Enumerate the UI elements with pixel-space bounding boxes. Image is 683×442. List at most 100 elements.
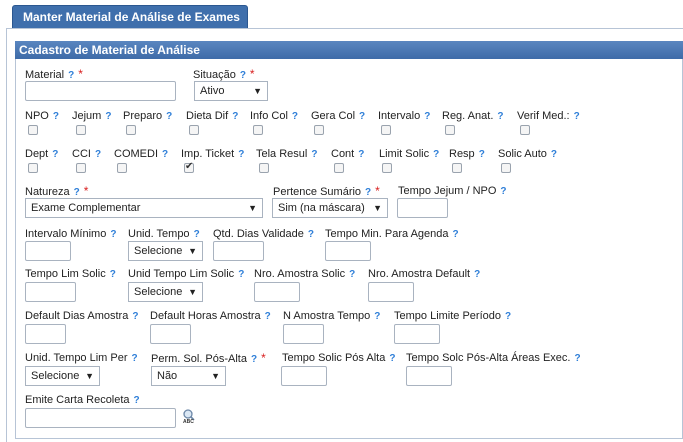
help-icon[interactable]: ? [479, 149, 485, 160]
help-icon[interactable]: ? [311, 149, 317, 160]
help-icon[interactable]: ? [574, 353, 580, 364]
qtd-dias-validade-input[interactable] [213, 241, 264, 261]
default-dias-amostra-input[interactable] [25, 324, 66, 344]
preparo-checkbox[interactable] [126, 125, 136, 135]
label-comedi: COMEDI? [114, 148, 169, 160]
help-icon[interactable]: ? [374, 311, 380, 322]
label-tempo-lim-solic: Tempo Lim Solic? [25, 268, 116, 280]
help-icon[interactable]: ? [166, 111, 172, 122]
help-icon[interactable]: ? [251, 354, 257, 365]
limit-solic-checkbox[interactable] [382, 163, 392, 173]
unid-tempo-select[interactable]: Selecione ▼ [128, 241, 203, 261]
tempo-solc-pos-alta-areas-input[interactable] [406, 366, 452, 386]
label-cont: Cont? [331, 148, 365, 160]
label-material: Material? * [25, 67, 83, 81]
help-icon[interactable]: ? [497, 111, 503, 122]
cci-checkbox[interactable] [76, 163, 86, 173]
help-icon[interactable]: ? [238, 269, 244, 280]
chevron-down-icon: ▼ [85, 371, 94, 381]
unid-tempo-lim-per-select[interactable]: Selecione ▼ [25, 366, 100, 386]
label-situacao: Situação? * [193, 67, 255, 81]
cont-checkbox[interactable] [334, 163, 344, 173]
help-icon[interactable]: ? [358, 149, 364, 160]
help-icon[interactable]: ? [308, 229, 314, 240]
label-nro-amostra-solic: Nro. Amostra Solic? [254, 268, 356, 280]
label-nro-amostra-default: Nro. Amostra Default? [368, 268, 481, 280]
intervalo-minimo-input[interactable] [25, 241, 71, 261]
chevron-down-icon: ▼ [211, 371, 220, 381]
help-icon[interactable]: ? [132, 311, 138, 322]
perm-sol-pos-alta-select[interactable]: Não ▼ [151, 366, 226, 386]
help-icon[interactable]: ? [134, 395, 140, 406]
resp-checkbox[interactable] [452, 163, 462, 173]
jejum-checkbox[interactable] [76, 125, 86, 135]
help-icon[interactable]: ? [162, 149, 168, 160]
situacao-select[interactable]: Ativo ▼ [194, 81, 268, 101]
help-icon[interactable]: ? [505, 311, 511, 322]
label-tempo-solic-pos-alta: Tempo Solic Pós Alta? [282, 352, 396, 364]
dieta-dif-checkbox[interactable] [189, 125, 199, 135]
pertence-sumario-select[interactable]: Sim (na máscara) ▼ [272, 198, 388, 218]
help-icon[interactable]: ? [68, 70, 74, 81]
tempo-min-agenda-input[interactable] [325, 241, 371, 261]
help-icon[interactable]: ? [389, 353, 395, 364]
help-icon[interactable]: ? [551, 149, 557, 160]
help-icon[interactable]: ? [474, 269, 480, 280]
tela-resul-checkbox[interactable] [259, 163, 269, 173]
npo-checkbox[interactable] [28, 125, 38, 135]
help-icon[interactable]: ? [194, 229, 200, 240]
help-icon[interactable]: ? [238, 149, 244, 160]
n-amostra-tempo-input[interactable] [283, 324, 324, 344]
emite-carta-recoleta-input[interactable] [25, 408, 176, 428]
comedi-checkbox[interactable] [117, 163, 127, 173]
label-tela-resul: Tela Resul? [256, 148, 318, 160]
help-icon[interactable]: ? [105, 111, 111, 122]
help-icon[interactable]: ? [292, 111, 298, 122]
imp-ticket-checkbox[interactable] [184, 161, 194, 173]
tempo-limite-periodo-input[interactable] [394, 324, 440, 344]
page-title-tab: Manter Material de Análise de Exames [12, 5, 248, 29]
label-n-amostra-tempo: N Amostra Tempo? [283, 310, 381, 322]
help-icon[interactable]: ? [110, 229, 116, 240]
label-perm-sol-pos-alta: Perm. Sol. Pós-Alta? * [151, 351, 266, 365]
help-icon[interactable]: ? [424, 111, 430, 122]
label-emite-carta-recoleta: Emite Carta Recoleta? [25, 394, 140, 406]
label-unid-tempo-lim-per: Unid. Tempo Lim Per? [25, 352, 138, 364]
tempo-jejum-npo-input[interactable] [397, 198, 448, 218]
tempo-solic-pos-alta-input[interactable] [281, 366, 327, 386]
help-icon[interactable]: ? [359, 111, 365, 122]
solic-auto-checkbox[interactable] [501, 163, 511, 173]
intervalo-checkbox[interactable] [381, 125, 391, 135]
help-icon[interactable]: ? [365, 187, 371, 198]
help-icon[interactable]: ? [240, 70, 246, 81]
nro-amostra-solic-input[interactable] [254, 282, 300, 302]
nro-amostra-default-input[interactable] [368, 282, 414, 302]
help-icon[interactable]: ? [95, 149, 101, 160]
label-cci: CCI? [72, 148, 102, 160]
dept-checkbox[interactable] [28, 163, 38, 173]
help-icon[interactable]: ? [433, 149, 439, 160]
help-icon[interactable]: ? [74, 187, 80, 198]
required-icon: * [375, 184, 380, 198]
help-icon[interactable]: ? [132, 353, 138, 364]
help-icon[interactable]: ? [500, 186, 506, 197]
gera-col-checkbox[interactable] [314, 125, 324, 135]
help-icon[interactable]: ? [453, 229, 459, 240]
unid-tempo-lim-solic-select[interactable]: Selecione ▼ [128, 282, 203, 302]
natureza-select[interactable]: Exame Complementar ▼ [25, 198, 263, 218]
search-abc-icon[interactable]: ABC [182, 409, 200, 425]
help-icon[interactable]: ? [53, 111, 59, 122]
chevron-down-icon: ▼ [373, 203, 382, 213]
default-horas-amostra-input[interactable] [150, 324, 191, 344]
help-icon[interactable]: ? [265, 311, 271, 322]
tempo-lim-solic-input[interactable] [25, 282, 76, 302]
material-input[interactable] [25, 81, 176, 101]
info-col-checkbox[interactable] [253, 125, 263, 135]
verif-med-checkbox[interactable] [520, 125, 530, 135]
help-icon[interactable]: ? [110, 269, 116, 280]
help-icon[interactable]: ? [349, 269, 355, 280]
help-icon[interactable]: ? [574, 111, 580, 122]
help-icon[interactable]: ? [52, 149, 58, 160]
reg-anat-checkbox[interactable] [445, 125, 455, 135]
help-icon[interactable]: ? [232, 111, 238, 122]
